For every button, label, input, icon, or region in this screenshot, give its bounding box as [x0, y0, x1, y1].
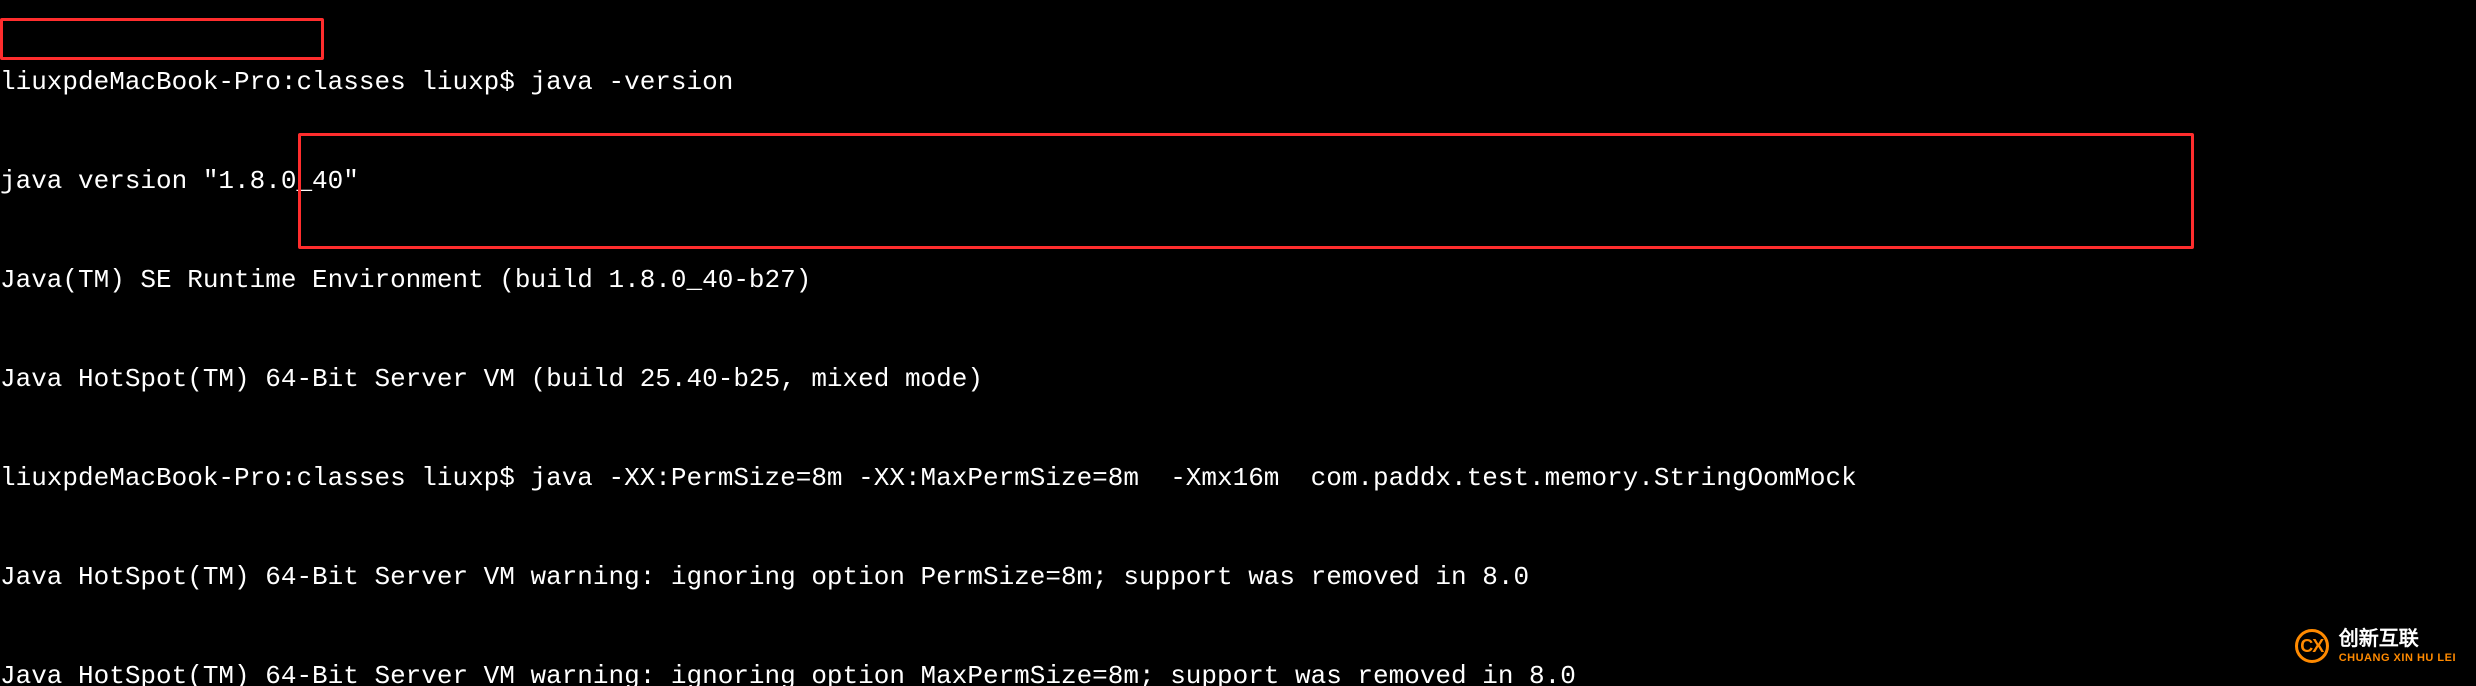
- terminal-line: liuxpdeMacBook-Pro:classes liuxp$ java -…: [0, 66, 2476, 99]
- watermark-logo-text: CX: [2300, 635, 2323, 658]
- watermark-logo-icon: CX: [2295, 629, 2329, 663]
- terminal-line: Java HotSpot(TM) 64-Bit Server VM warnin…: [0, 660, 2476, 686]
- watermark-sub: CHUANG XIN HU LEI: [2339, 652, 2456, 666]
- watermark-brand: 创新互联: [2339, 627, 2456, 652]
- watermark: CX 创新互联 CHUANG XIN HU LEI: [2295, 627, 2456, 666]
- terminal-line: Java HotSpot(TM) 64-Bit Server VM warnin…: [0, 561, 2476, 594]
- terminal-line: java version "1.8.0_40": [0, 165, 2476, 198]
- terminal-line: Java HotSpot(TM) 64-Bit Server VM (build…: [0, 363, 2476, 396]
- watermark-text-block: 创新互联 CHUANG XIN HU LEI: [2339, 627, 2456, 666]
- terminal-output: liuxpdeMacBook-Pro:classes liuxp$ java -…: [0, 0, 2476, 686]
- terminal-line: Java(TM) SE Runtime Environment (build 1…: [0, 264, 2476, 297]
- terminal-line: liuxpdeMacBook-Pro:classes liuxp$ java -…: [0, 462, 2476, 495]
